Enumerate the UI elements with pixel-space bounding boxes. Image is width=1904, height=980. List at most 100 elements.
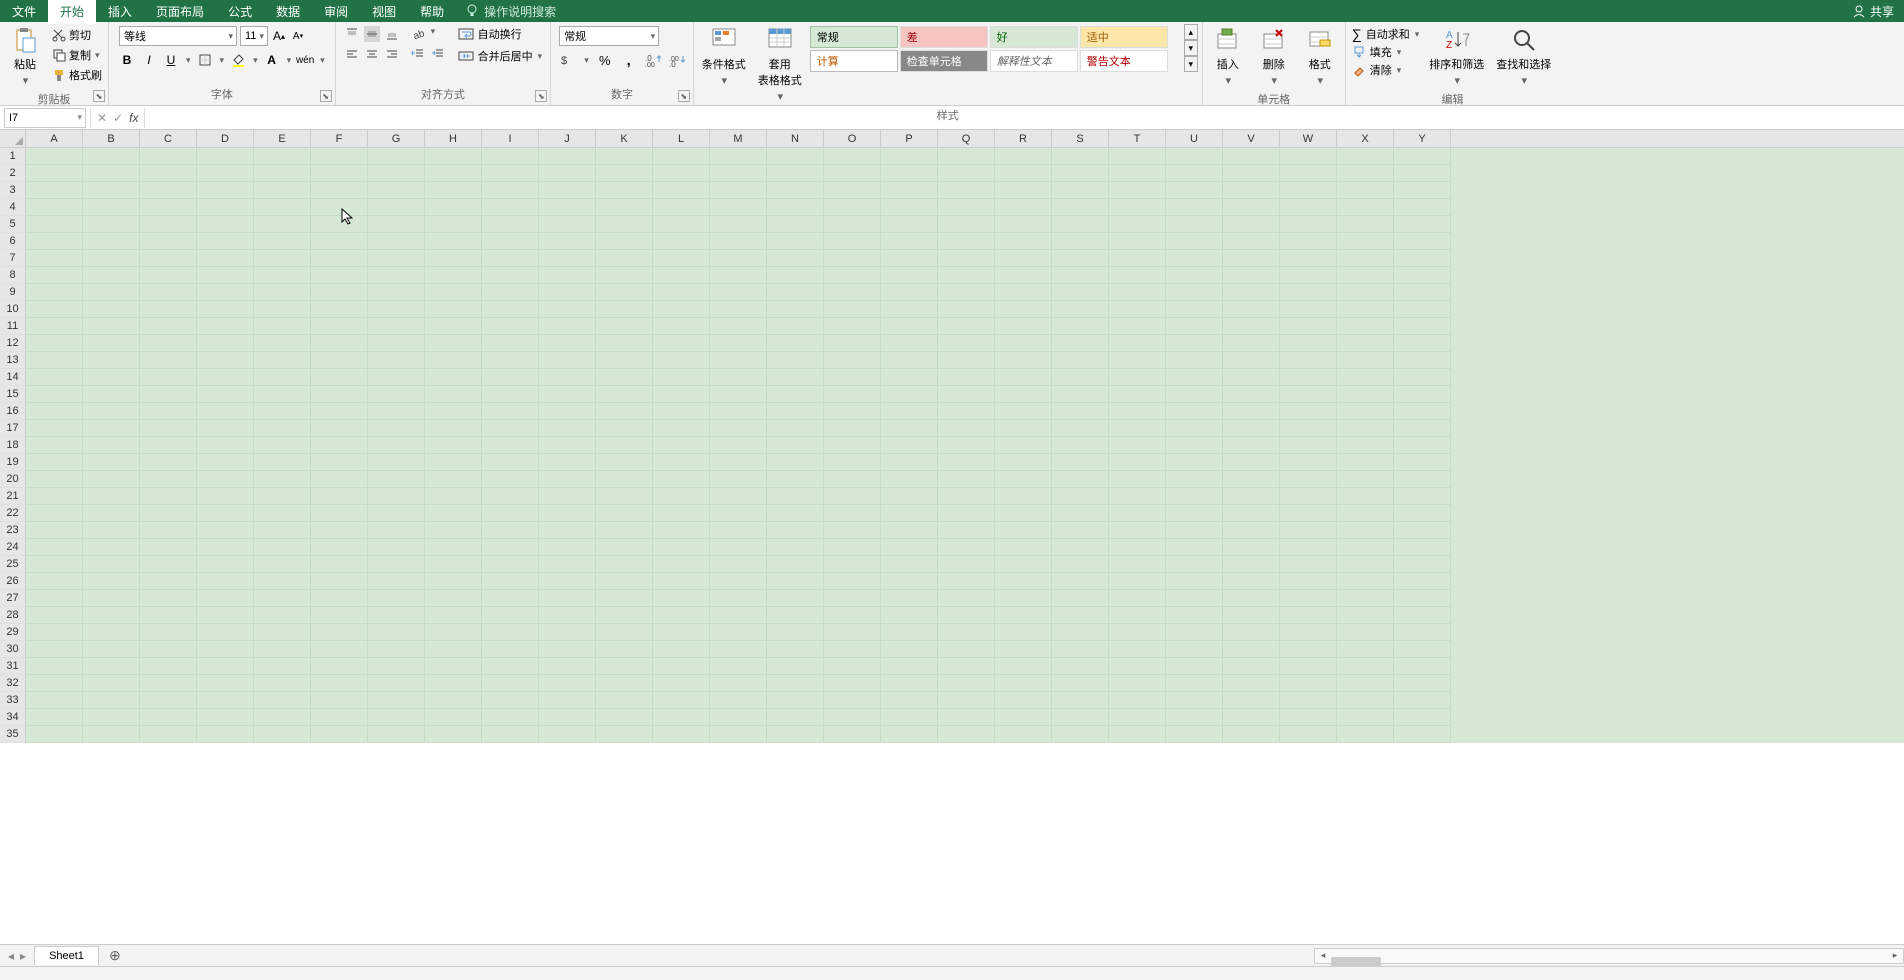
cell[interactable] bbox=[254, 624, 311, 641]
cell[interactable] bbox=[1052, 471, 1109, 488]
cell[interactable] bbox=[83, 437, 140, 454]
cell[interactable] bbox=[881, 216, 938, 233]
cell[interactable] bbox=[938, 675, 995, 692]
cell[interactable] bbox=[254, 403, 311, 420]
cell[interactable] bbox=[482, 148, 539, 165]
cell[interactable] bbox=[311, 454, 368, 471]
cell[interactable] bbox=[26, 335, 83, 352]
cell[interactable] bbox=[1394, 386, 1451, 403]
cell[interactable] bbox=[254, 573, 311, 590]
cell[interactable] bbox=[1280, 675, 1337, 692]
cell[interactable] bbox=[881, 709, 938, 726]
cell[interactable] bbox=[140, 675, 197, 692]
cell[interactable] bbox=[1337, 284, 1394, 301]
cell[interactable] bbox=[1223, 454, 1280, 471]
cell[interactable] bbox=[938, 437, 995, 454]
cell[interactable] bbox=[710, 522, 767, 539]
cell[interactable] bbox=[197, 505, 254, 522]
sheet-tab[interactable]: Sheet1 bbox=[34, 946, 99, 965]
cell[interactable] bbox=[1394, 726, 1451, 743]
cell[interactable] bbox=[995, 658, 1052, 675]
cell[interactable] bbox=[710, 641, 767, 658]
cell[interactable] bbox=[254, 607, 311, 624]
horizontal-scrollbar[interactable]: ◂ ▸ bbox=[1314, 948, 1904, 964]
cell[interactable] bbox=[482, 556, 539, 573]
cell[interactable] bbox=[767, 607, 824, 624]
cell[interactable] bbox=[140, 709, 197, 726]
row-header[interactable]: 31 bbox=[0, 658, 26, 675]
cell[interactable] bbox=[1394, 165, 1451, 182]
autosum-button[interactable]: ∑ 自动求和▾ bbox=[1350, 26, 1422, 42]
cell[interactable] bbox=[311, 233, 368, 250]
cell[interactable] bbox=[938, 726, 995, 743]
cell[interactable] bbox=[995, 369, 1052, 386]
cell[interactable] bbox=[1394, 318, 1451, 335]
cell[interactable] bbox=[368, 505, 425, 522]
cell[interactable] bbox=[368, 709, 425, 726]
cell[interactable] bbox=[197, 420, 254, 437]
cell[interactable] bbox=[83, 624, 140, 641]
cell[interactable] bbox=[197, 624, 254, 641]
cell[interactable] bbox=[710, 471, 767, 488]
cell[interactable] bbox=[1166, 352, 1223, 369]
cell[interactable] bbox=[1223, 148, 1280, 165]
cell[interactable] bbox=[140, 454, 197, 471]
cell[interactable] bbox=[254, 454, 311, 471]
cell[interactable] bbox=[254, 505, 311, 522]
tab-insert[interactable]: 插入 bbox=[96, 0, 144, 24]
cell[interactable] bbox=[1337, 182, 1394, 199]
cell[interactable] bbox=[311, 182, 368, 199]
cell[interactable] bbox=[254, 165, 311, 182]
cell[interactable] bbox=[1223, 199, 1280, 216]
cell[interactable] bbox=[1337, 675, 1394, 692]
cell[interactable] bbox=[938, 709, 995, 726]
cell[interactable] bbox=[26, 607, 83, 624]
add-sheet-button[interactable]: ⊕ bbox=[99, 947, 131, 964]
cell[interactable] bbox=[653, 301, 710, 318]
cell[interactable] bbox=[1109, 437, 1166, 454]
cell[interactable] bbox=[539, 165, 596, 182]
cell[interactable] bbox=[140, 624, 197, 641]
cell[interactable] bbox=[425, 335, 482, 352]
cell[interactable] bbox=[767, 199, 824, 216]
cell[interactable] bbox=[1223, 590, 1280, 607]
cell[interactable] bbox=[938, 607, 995, 624]
cell[interactable] bbox=[824, 318, 881, 335]
cell[interactable] bbox=[197, 335, 254, 352]
cell[interactable] bbox=[653, 539, 710, 556]
cell[interactable] bbox=[1394, 488, 1451, 505]
cell[interactable] bbox=[596, 471, 653, 488]
cell[interactable] bbox=[938, 658, 995, 675]
cell[interactable] bbox=[995, 301, 1052, 318]
cell[interactable] bbox=[1166, 437, 1223, 454]
cell[interactable] bbox=[1337, 386, 1394, 403]
font-color-button[interactable]: A bbox=[264, 52, 280, 68]
cell[interactable] bbox=[1337, 420, 1394, 437]
cell[interactable] bbox=[767, 522, 824, 539]
cell[interactable] bbox=[938, 403, 995, 420]
row-header[interactable]: 4 bbox=[0, 199, 26, 216]
cell[interactable] bbox=[539, 199, 596, 216]
cell[interactable] bbox=[1052, 624, 1109, 641]
cell[interactable] bbox=[710, 216, 767, 233]
column-header[interactable]: A bbox=[26, 130, 83, 147]
increase-indent-button[interactable] bbox=[430, 46, 446, 62]
cell[interactable] bbox=[1280, 607, 1337, 624]
cell[interactable] bbox=[1166, 233, 1223, 250]
clear-button[interactable]: 清除▾ bbox=[1350, 62, 1422, 78]
font-dialog-launcher[interactable]: ⬊ bbox=[320, 90, 332, 102]
tab-help[interactable]: 帮助 bbox=[408, 0, 456, 24]
cell[interactable] bbox=[1223, 318, 1280, 335]
cell[interactable] bbox=[1052, 692, 1109, 709]
cell[interactable] bbox=[1280, 488, 1337, 505]
cell[interactable] bbox=[653, 369, 710, 386]
cell[interactable] bbox=[1052, 318, 1109, 335]
cell[interactable] bbox=[881, 658, 938, 675]
table-format-button[interactable]: 套用 表格格式▾ bbox=[754, 24, 806, 105]
cell[interactable] bbox=[653, 454, 710, 471]
cell[interactable] bbox=[1109, 148, 1166, 165]
cell[interactable] bbox=[425, 675, 482, 692]
cell[interactable] bbox=[1394, 267, 1451, 284]
cell[interactable] bbox=[767, 318, 824, 335]
cell[interactable] bbox=[311, 692, 368, 709]
